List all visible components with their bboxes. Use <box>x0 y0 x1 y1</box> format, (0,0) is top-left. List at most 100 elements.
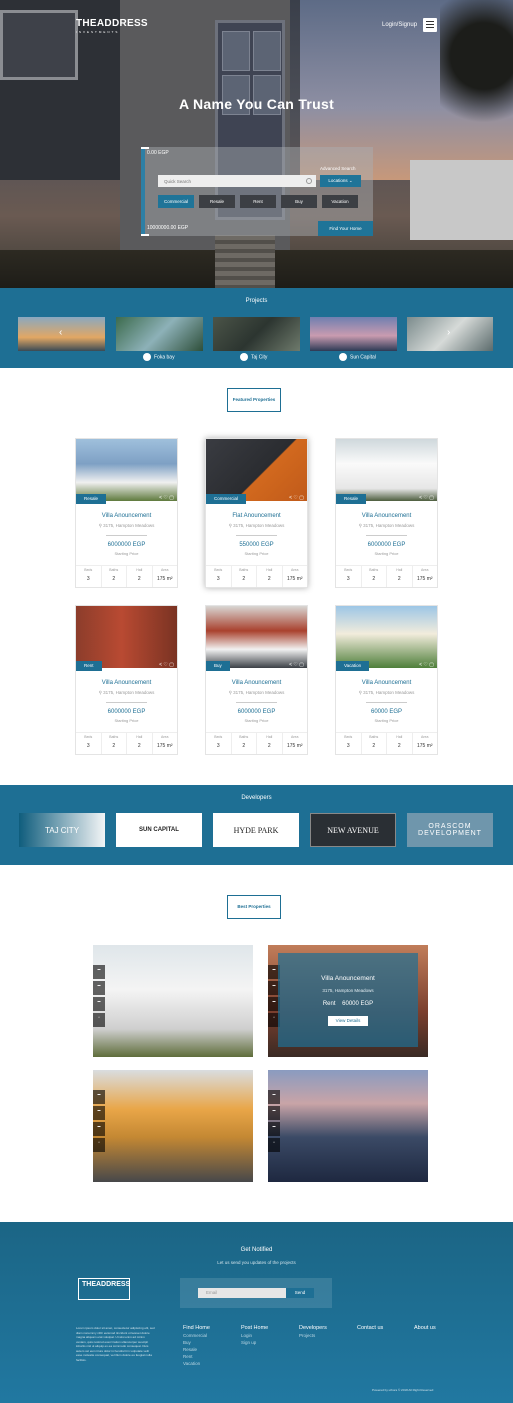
project-label-sun-capital[interactable]: Sun Capital <box>339 353 376 361</box>
locations-dropdown[interactable]: Locations ⌄ <box>320 175 361 187</box>
property-image[interactable] <box>336 606 437 668</box>
share-icon[interactable]: < ♡ ▢ <box>419 495 434 501</box>
property-tag: Rent <box>76 661 102 671</box>
best-property-4[interactable]: ▬ ▬ ▬ ⌂ <box>268 1070 428 1182</box>
property-image[interactable] <box>76 439 177 501</box>
hero-house-right <box>410 160 513 240</box>
hamburger-menu-icon[interactable] <box>423 18 437 32</box>
property-card[interactable]: Commercial < ♡ ▢ Flat Anouncement ⚲ 3175, H… <box>205 438 308 588</box>
footer-link[interactable]: Commercial <box>183 1333 210 1338</box>
project-label-taj-city[interactable]: Taj City <box>240 353 267 361</box>
starting-price-label: Starting Price <box>114 718 139 723</box>
tab-buy[interactable]: Buy <box>281 195 317 208</box>
footer-link[interactable]: Buy <box>183 1340 210 1345</box>
footer-column-title[interactable]: Post Home <box>241 1325 268 1331</box>
property-address: ⚲ 3175, Hampton Meadows <box>228 523 285 528</box>
footer-link[interactable]: Sign up <box>241 1340 268 1345</box>
view-details-button[interactable]: View Details <box>328 1016 368 1026</box>
quick-search-input[interactable] <box>158 175 316 187</box>
project-logo-icon <box>143 353 151 361</box>
project-logo-icon <box>240 353 248 361</box>
property-tag: Resale <box>76 494 107 504</box>
find-home-button[interactable]: Find Your Home <box>318 221 373 236</box>
developer-logo-sun-capital[interactable]: SUN CAPITAL <box>116 813 202 847</box>
best-property-3[interactable]: ▬ ▬ ▬ ⌂ <box>93 1070 253 1182</box>
footer-column-title[interactable]: Contact us <box>357 1325 383 1331</box>
chevron-left-icon[interactable]: ‹ <box>59 327 62 338</box>
property-card[interactable]: Vacation < ♡ ▢ Villa Anouncement ⚲ 3175, Ha… <box>335 605 438 755</box>
best-property-1[interactable]: ▬ ▬ ▬ ⌂ <box>93 945 253 1057</box>
starting-price-label: Starting Price <box>374 718 399 723</box>
newsletter-email-input[interactable]: Email <box>198 1288 286 1298</box>
advanced-search-link[interactable]: Advanced Search <box>320 166 356 171</box>
property-image[interactable] <box>206 439 307 501</box>
footer-column: Find Home Commercial Buy Resale Rent Vacation <box>183 1325 210 1366</box>
property-specs: Beds 3 Baths 2 Hall 2 Area 175 m² <box>76 732 177 754</box>
footer-logo[interactable]: THEADDRESS <box>78 1278 130 1300</box>
developer-logo-hyde-park[interactable]: HYDE PARK <box>213 813 299 847</box>
property-name[interactable]: Villa Anouncement <box>336 680 437 686</box>
property-name[interactable]: Villa Anouncement <box>76 680 177 686</box>
tab-resale[interactable]: Resale <box>199 195 235 208</box>
developer-logo-new-avenue[interactable]: NEW AVENUE <box>310 813 396 847</box>
footer-link[interactable]: Projects <box>299 1333 327 1338</box>
footer-link[interactable]: Login <box>241 1333 268 1338</box>
property-specs: Beds 3 Baths 2 Hall 2 Area 175 m² <box>336 565 437 587</box>
site-logo[interactable]: THEADDRESS INVESTMENTS <box>76 18 148 34</box>
property-name[interactable]: Villa Anouncement <box>206 680 307 686</box>
share-icon[interactable]: < ♡ ▢ <box>159 662 174 668</box>
spec-header: Hall <box>396 735 403 739</box>
property-specs: Beds 3 Baths 2 Hall 2 Area 175 m² <box>206 732 307 754</box>
tab-commercial[interactable]: Commercial <box>158 195 194 208</box>
developer-logo-taj-city[interactable]: TAJ CITY <box>19 813 105 847</box>
property-image[interactable] <box>336 439 437 501</box>
property-card[interactable]: Rent < ♡ ▢ Villa Anouncement ⚲ 3175, Hampto… <box>75 605 178 755</box>
developer-logo-orascom[interactable]: ORASCOM DEVELOPMENT <box>407 813 493 847</box>
share-icon[interactable]: < ♡ ▢ <box>159 495 174 501</box>
spec-value: 175 m² <box>416 743 433 749</box>
share-icon[interactable]: < ♡ ▢ <box>289 662 304 668</box>
best-property-2[interactable]: ▬ ▬ ▬ ⌂ Villa Anouncement 3175, Hampton Mea… <box>268 945 428 1057</box>
footer-column-title[interactable]: About us <box>414 1325 436 1331</box>
spec-header: Beds <box>84 735 93 739</box>
footer-link[interactable]: Rent <box>183 1354 210 1359</box>
chevron-right-icon[interactable]: › <box>447 327 450 338</box>
property-card[interactable]: Resale < ♡ ▢ Villa Anouncement ⚲ 3175, Hamp… <box>335 438 438 588</box>
divider <box>106 535 147 536</box>
footer-column: Contact us <box>357 1325 383 1331</box>
property-name[interactable]: Flat Anouncement <box>206 513 307 519</box>
project-thumb-3[interactable] <box>213 317 300 351</box>
project-label-foka-bay[interactable]: Foka bay <box>143 353 175 361</box>
property-card[interactable]: Buy < ♡ ▢ Villa Anouncement ⚲ 3175, Hampton… <box>205 605 308 755</box>
price-range-slider[interactable] <box>141 147 149 236</box>
footer-link[interactable]: Resale <box>183 1347 210 1352</box>
property-image[interactable] <box>206 606 307 668</box>
newsletter-send-button[interactable]: Send <box>286 1288 314 1298</box>
spec-header: Area <box>291 735 299 739</box>
property-name[interactable]: Villa Anouncement <box>336 513 437 519</box>
tab-rent[interactable]: Rent <box>240 195 276 208</box>
project-thumb-2[interactable] <box>116 317 203 351</box>
footer-link[interactable]: Vacation <box>183 1361 210 1366</box>
footer-column-title[interactable]: Find Home <box>183 1325 210 1331</box>
property-image[interactable] <box>76 606 177 668</box>
property-name[interactable]: Villa Anouncement <box>76 513 177 519</box>
spec-value: 175 m² <box>156 576 173 582</box>
spec-header: Baths <box>109 735 119 739</box>
property-price: 6000000 EGP <box>107 709 146 715</box>
property-address: ⚲ 3175, Hampton Meadows <box>358 690 415 695</box>
divider <box>366 702 407 703</box>
login-signup-link[interactable]: Login/Signup <box>382 22 417 28</box>
share-icon[interactable]: < ♡ ▢ <box>289 495 304 501</box>
tab-vacation[interactable]: Vacation <box>322 195 358 208</box>
search-icon[interactable] <box>306 178 312 184</box>
spec-header: Area <box>421 568 429 572</box>
share-icon[interactable]: < ♡ ▢ <box>419 662 434 668</box>
min-price-label: 0.00 EGP <box>147 150 169 156</box>
spec-value: 3 <box>86 576 90 582</box>
spec-header: Beds <box>214 735 223 739</box>
footer-column-title[interactable]: Developers <box>299 1325 327 1331</box>
property-card[interactable]: Resale < ♡ ▢ Villa Anouncement ⚲ 3175, Hamp… <box>75 438 178 588</box>
footer-about-text: Lorem ipsum dolor sit amet, consectetur … <box>76 1326 155 1362</box>
project-thumb-4[interactable] <box>310 317 397 351</box>
